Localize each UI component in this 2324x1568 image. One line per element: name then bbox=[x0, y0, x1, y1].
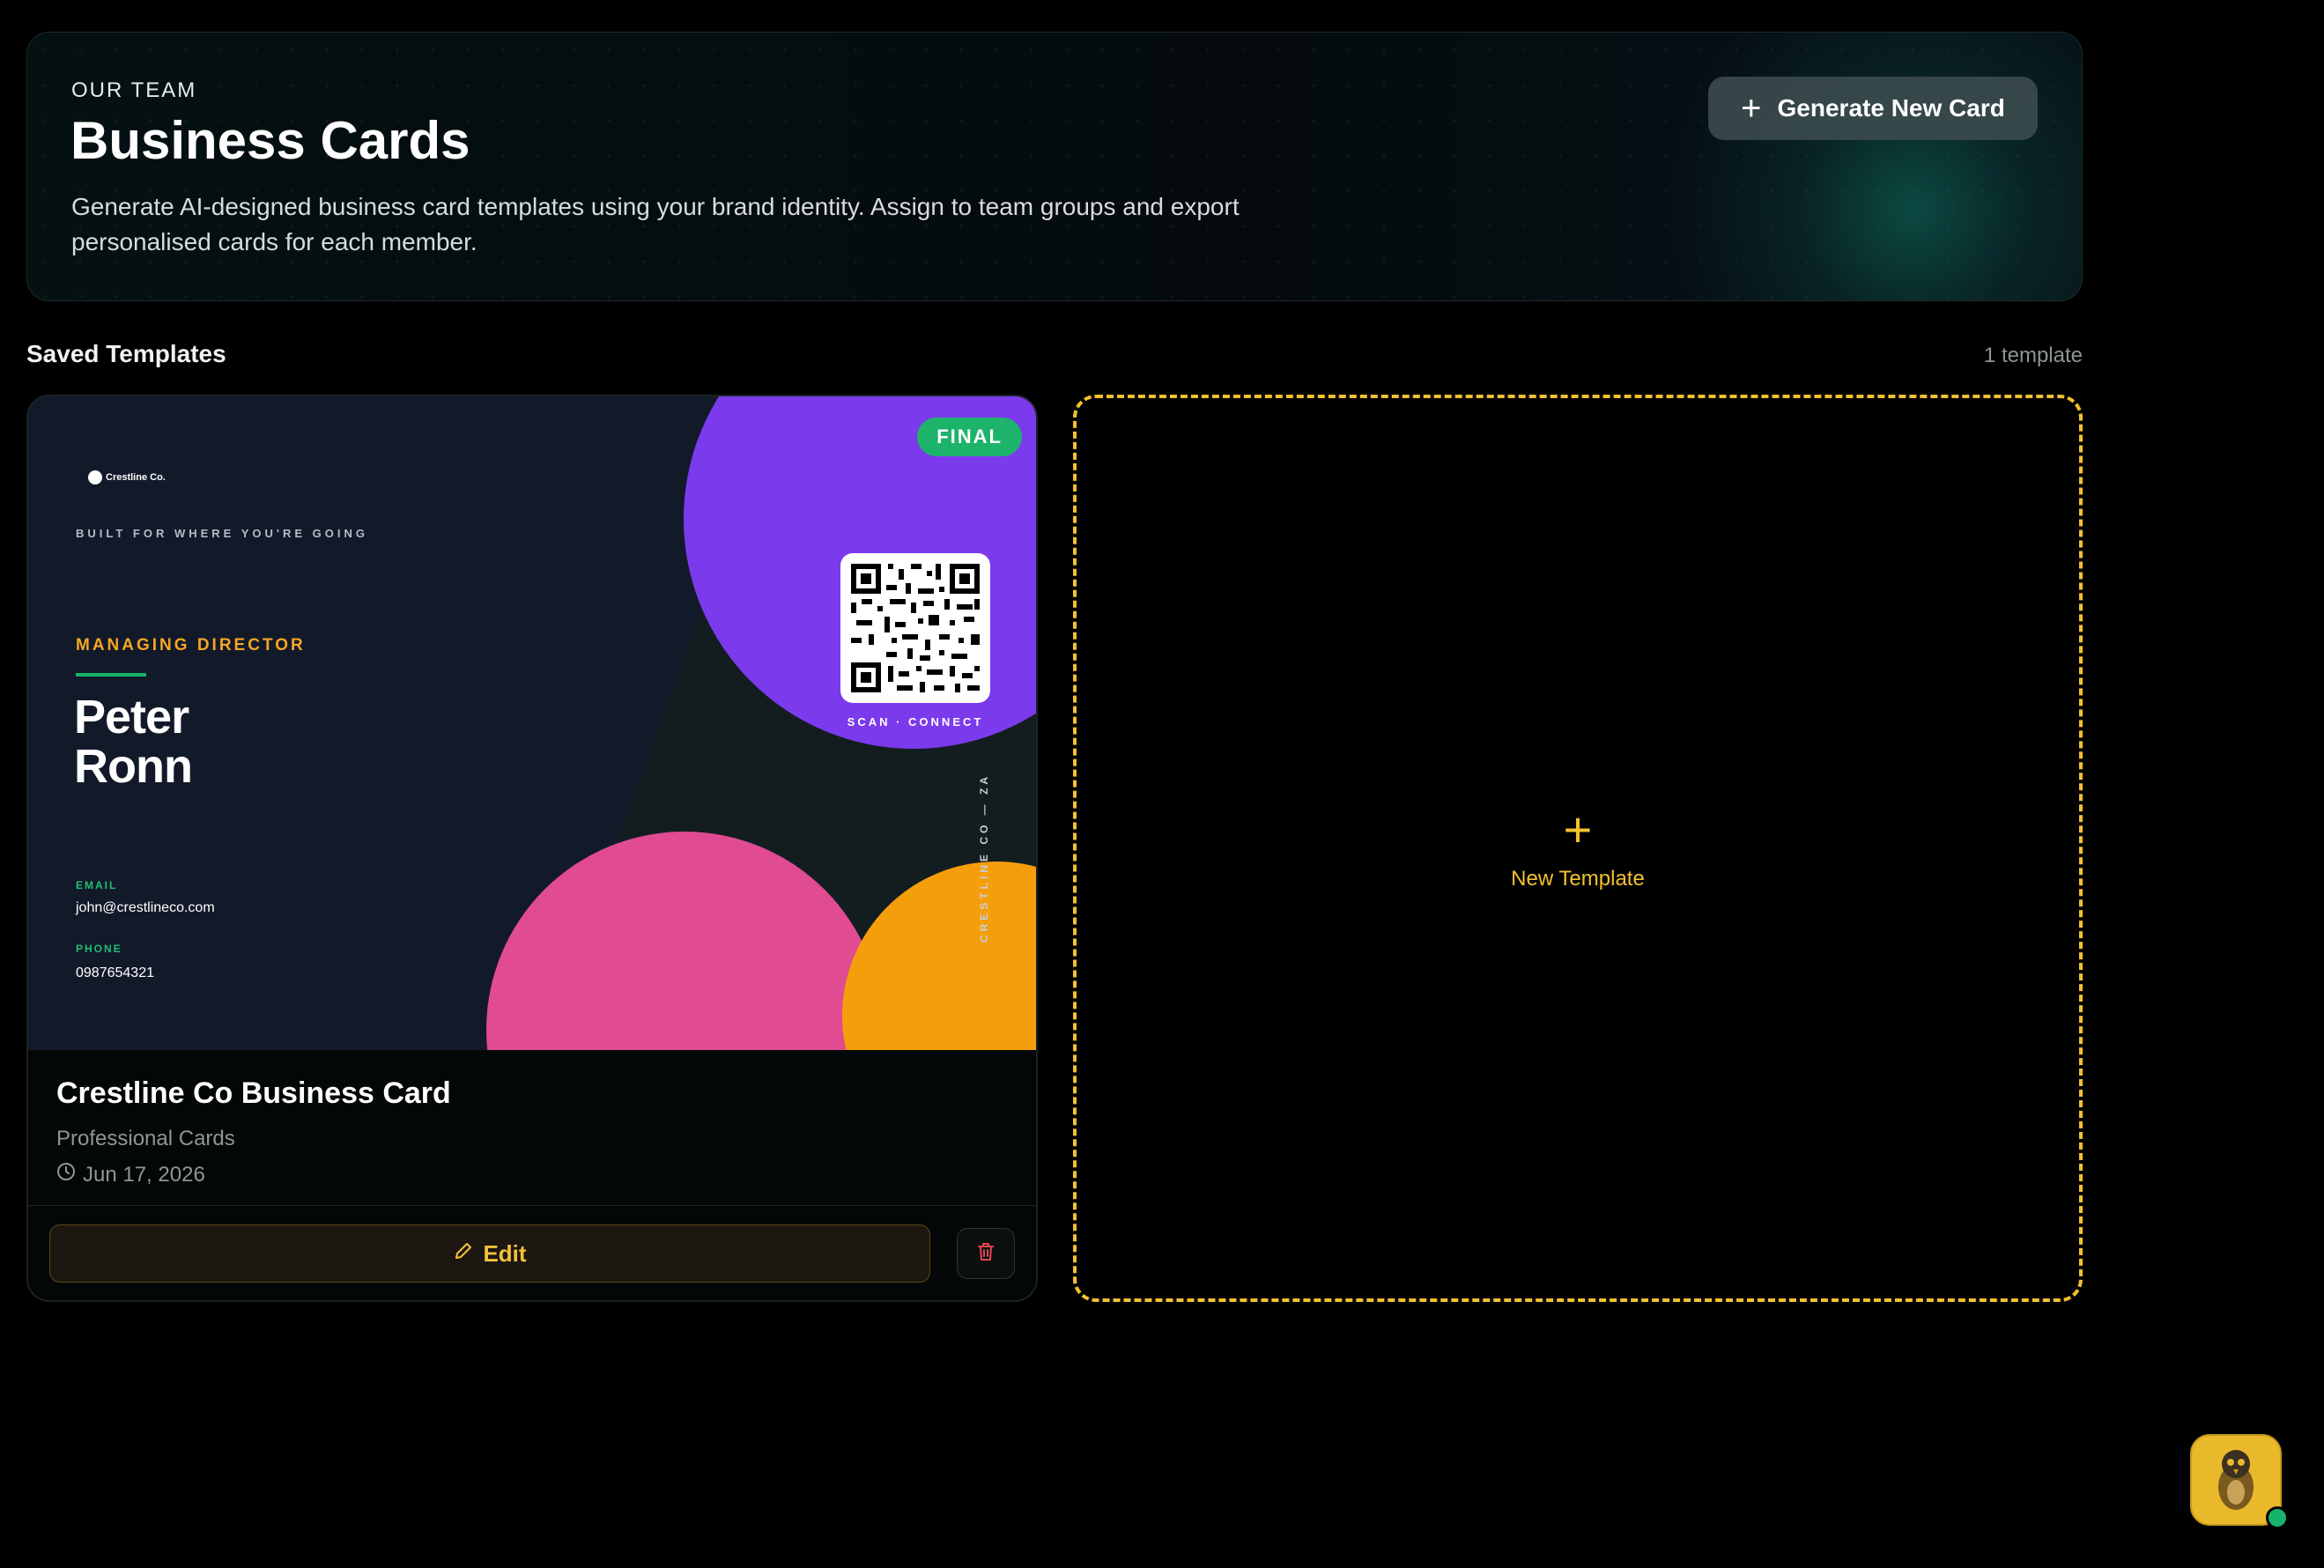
card-tagline: BUILT FOR WHERE YOU'RE GOING bbox=[76, 527, 369, 540]
template-count: 1 template bbox=[1983, 344, 2083, 367]
edit-label: Edit bbox=[483, 1239, 527, 1267]
new-template-label: New Template bbox=[1511, 867, 1645, 891]
page: OUR TEAM Business Cards Generate AI-desi… bbox=[0, 0, 2324, 1568]
card-role: MANAGING DIRECTOR bbox=[76, 636, 306, 655]
card-title: Crestline Co Business Card bbox=[56, 1076, 451, 1110]
vertical-brand-text: CRESTLINE CO — ZA bbox=[978, 773, 990, 943]
card-divider bbox=[28, 1205, 1036, 1206]
plus-icon: + bbox=[1563, 802, 1593, 857]
logo-text: Crestline Co. bbox=[106, 472, 166, 483]
header-banner: OUR TEAM Business Cards Generate AI-desi… bbox=[26, 32, 2083, 301]
first-name: Peter bbox=[74, 691, 189, 743]
page-description: Generate AI-designed business card templ… bbox=[71, 193, 1240, 255]
generate-new-card-button[interactable]: + Generate New Card bbox=[1708, 77, 2038, 140]
page-title: Business Cards bbox=[70, 111, 470, 170]
status-badge: FINAL bbox=[917, 418, 1022, 456]
plus-icon: + bbox=[1741, 89, 1762, 128]
qr-caption: SCAN · CONNECT bbox=[847, 715, 984, 729]
qr-code-icon bbox=[840, 553, 990, 703]
card-person-name: Peter Ronn bbox=[74, 691, 193, 793]
last-name: Ronn bbox=[74, 740, 193, 793]
assistant-avatar-icon bbox=[2205, 1443, 2267, 1518]
role-underline bbox=[76, 673, 146, 677]
generate-new-card-label: Generate New Card bbox=[1777, 94, 2005, 122]
card-category: Professional Cards bbox=[56, 1127, 235, 1150]
logo-mark bbox=[88, 470, 102, 484]
phone-value: 0987654321 bbox=[76, 965, 154, 980]
clock-icon bbox=[56, 1162, 76, 1187]
pencil-icon bbox=[453, 1240, 474, 1268]
card-date: Jun 17, 2026 bbox=[83, 1162, 205, 1187]
email-value: john@crestlineco.com bbox=[76, 900, 215, 915]
edit-button[interactable]: Edit bbox=[49, 1224, 930, 1283]
company-logo: Crestline Co. bbox=[88, 470, 166, 484]
card-date-row: Jun 17, 2026 bbox=[56, 1162, 451, 1187]
new-template-tile[interactable]: + New Template bbox=[1073, 395, 2083, 1302]
card-meta: Crestline Co Business Card Professional … bbox=[56, 1076, 451, 1187]
template-card[interactable]: FINAL Crestline Co. BUILT FOR WHERE YOU'… bbox=[26, 395, 1038, 1302]
card-preview[interactable]: FINAL Crestline Co. BUILT FOR WHERE YOU'… bbox=[28, 396, 1036, 1050]
email-label: EMAIL bbox=[76, 879, 118, 891]
trash-icon bbox=[976, 1241, 995, 1267]
section-title: Saved Templates bbox=[26, 340, 226, 367]
eyebrow: OUR TEAM bbox=[71, 78, 197, 102]
delete-button[interactable] bbox=[957, 1228, 1015, 1279]
online-status-dot bbox=[2266, 1506, 2289, 1529]
phone-label: PHONE bbox=[76, 943, 122, 955]
